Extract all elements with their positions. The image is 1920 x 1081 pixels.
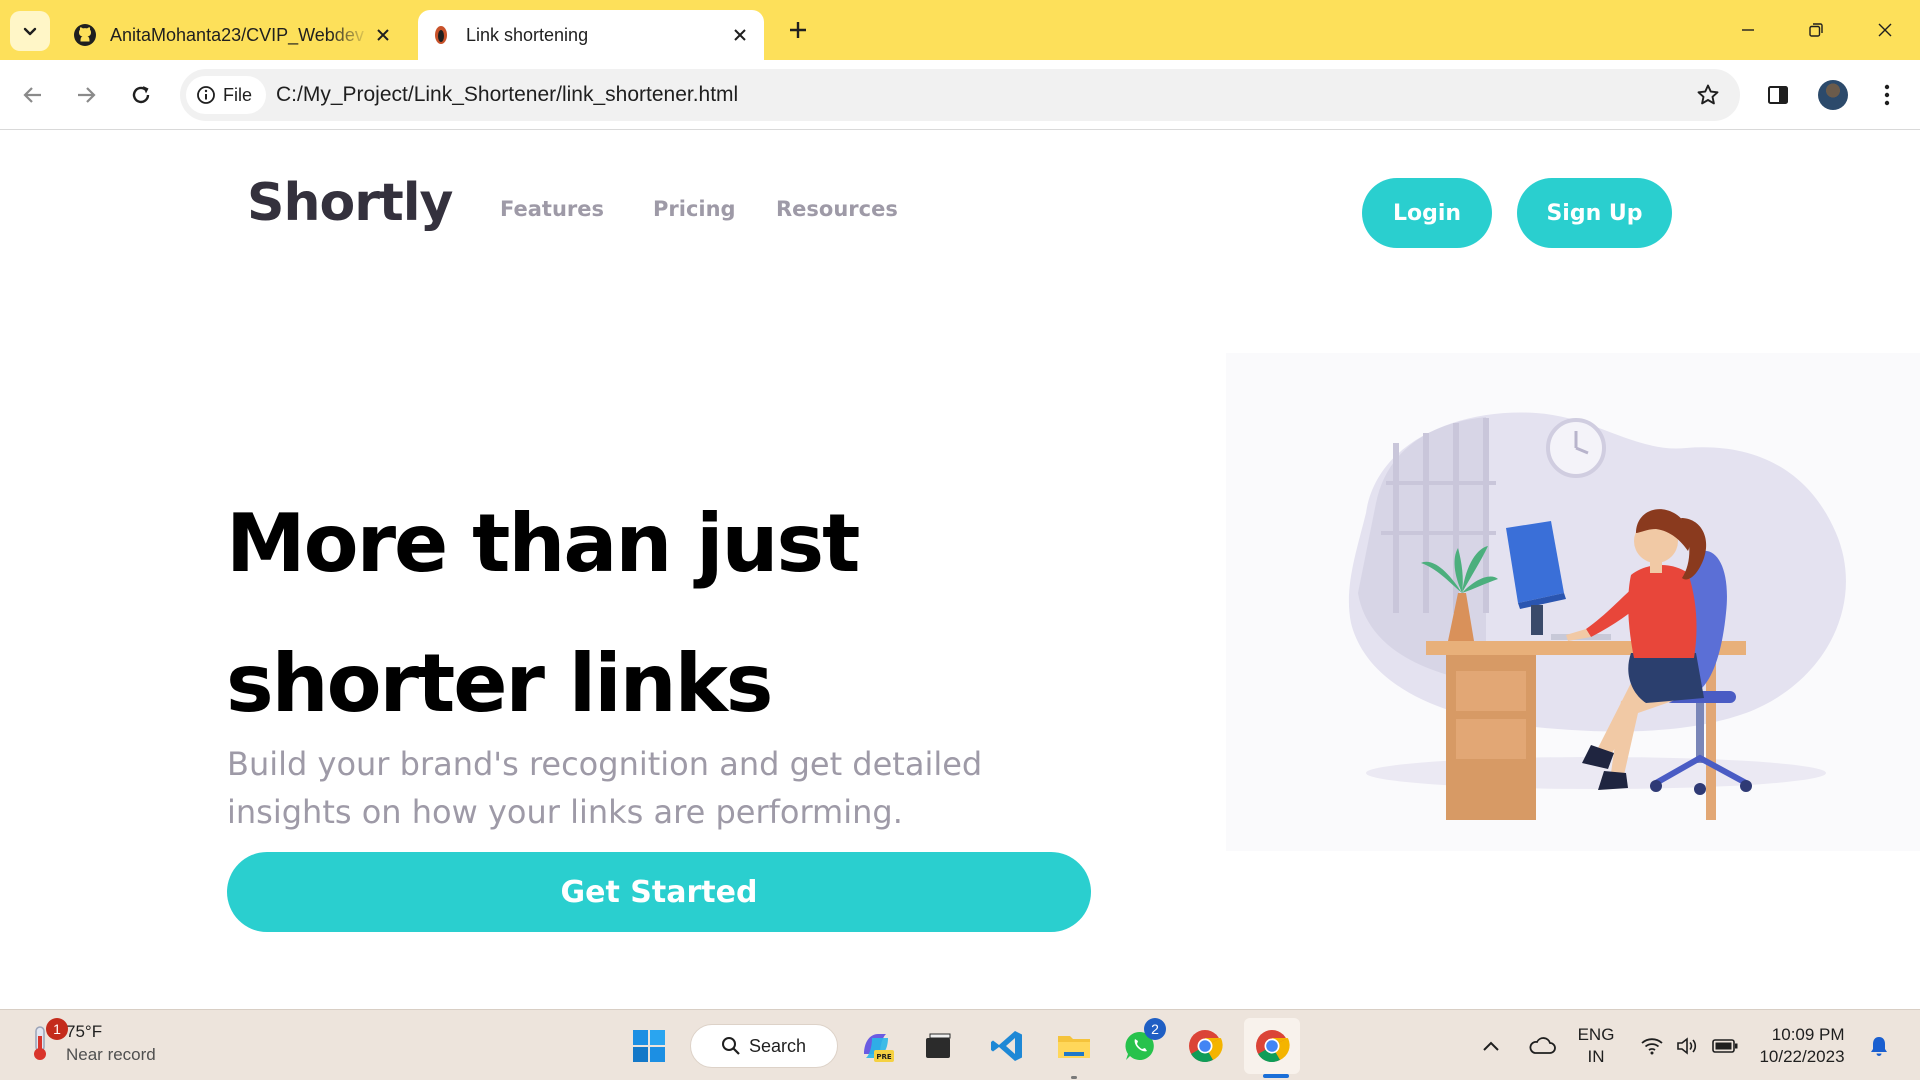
language-line-1: ENG [1577,1024,1615,1044]
nav-link-features[interactable]: Features [500,197,604,221]
signup-button[interactable]: Sign Up [1517,178,1672,248]
taskbar-file-explorer[interactable] [1050,1022,1098,1070]
side-panel-icon [1768,86,1788,104]
bell-icon [1871,1036,1887,1056]
browser-menu-button[interactable] [1866,74,1908,116]
reload-button[interactable] [120,74,162,116]
folder-icon [1058,1036,1090,1058]
volume-status[interactable] [1672,1010,1704,1081]
tab-title: AnitaMohanta23/CVIP_Webdev [110,24,364,45]
url-text[interactable]: C:/My_Project/Link_Shortener/link_shorte… [276,69,738,121]
chrome-icon [1189,1030,1223,1063]
taskbar-search[interactable]: Search [690,1024,838,1068]
clock-time: 10:09 PM [1771,1024,1845,1044]
windows-taskbar: 1 75°F Near record Search PRE 2 ENG IN 1… [0,1009,1920,1080]
clock[interactable]: 10:09 PM 10/22/2023 [1748,1010,1856,1081]
svg-text:PRE: PRE [876,1053,892,1061]
taskbar-vscode[interactable] [983,1022,1031,1070]
search-label: Search [749,1035,807,1056]
active-indicator [1263,1074,1289,1078]
weather-badge: 1 [46,1018,68,1040]
close-icon[interactable] [369,21,397,49]
avatar [1818,80,1848,110]
github-icon [72,22,98,48]
chevron-down-icon [23,27,37,36]
browser-toolbar: File C:/My_Project/Link_Shortener/link_s… [0,60,1920,130]
reload-icon [132,86,150,104]
chrome-icon [1256,1030,1290,1063]
browser-titlebar: AnitaMohanta23/CVIP_Webdev Link shorteni… [0,0,1920,60]
tab-title: Link shortening [466,24,589,45]
app-window-icon [926,1033,951,1058]
back-button[interactable] [12,74,54,116]
more-vertical-icon [1884,84,1890,106]
search-icon [722,1037,740,1055]
site-logo[interactable]: Shortly [247,173,453,233]
arrow-right-icon [78,87,96,103]
page-favicon [428,22,454,48]
weather-temp: 75°F [66,1022,103,1041]
hero-title: More than just shorter links [226,474,1126,754]
hero-illustration [1226,353,1920,851]
taskbar-chrome[interactable] [1181,1022,1229,1070]
battery-status[interactable] [1708,1010,1742,1081]
hero-title-line-1: More than just [226,497,860,590]
site-info-chip[interactable]: File [186,76,267,114]
close-icon [1878,23,1892,37]
language-indicator[interactable]: ENG IN [1572,1010,1620,1081]
bookmark-star-icon[interactable] [1694,81,1722,109]
cloud-icon [1529,1036,1556,1054]
copilot-icon: PRE [864,1034,894,1062]
chevron-up-icon [1483,1041,1499,1051]
restore-button[interactable] [1793,8,1839,52]
hero-subtitle: Build your brand's recognition and get d… [227,745,983,831]
web-page: Shortly Features Pricing Resources Login… [0,131,1920,1009]
site-info-label: File [223,84,253,105]
windows-start-icon [633,1030,665,1062]
new-tab-button[interactable] [780,12,816,48]
hero-title-line-2: shorter links [226,637,773,730]
get-started-button[interactable]: Get Started [227,852,1091,932]
plus-icon [790,22,806,38]
tab-github[interactable]: AnitaMohanta23/CVIP_Webdev [62,10,407,60]
weather-text: 75°F Near record [66,1020,156,1066]
weather-widget[interactable]: 1 75°F Near record [28,1018,156,1066]
battery-icon [1712,1038,1738,1053]
vscode-icon [991,1031,1022,1061]
whatsapp-badge: 2 [1144,1018,1166,1040]
address-bar[interactable]: File C:/My_Project/Link_Shortener/link_s… [180,69,1740,121]
language-line-2: IN [1587,1046,1605,1066]
wifi-icon [1641,1037,1663,1054]
forward-button[interactable] [65,74,107,116]
taskbar-app[interactable] [914,1022,962,1070]
weather-desc: Near record [66,1045,156,1064]
close-window-button[interactable] [1862,8,1908,52]
info-icon [197,86,215,104]
taskbar-whatsapp[interactable]: 2 [1116,1018,1166,1070]
speaker-icon [1677,1036,1697,1055]
nav-link-pricing[interactable]: Pricing [653,197,736,221]
taskbar-chrome-active[interactable] [1248,1022,1296,1070]
tab-link-shortening[interactable]: Link shortening [418,10,764,60]
woman-working-illustration [1348,412,1846,820]
show-hidden-icons-button[interactable] [1476,1010,1506,1081]
close-icon[interactable] [726,21,754,49]
start-button[interactable] [625,1022,673,1070]
minimize-icon [1742,29,1754,31]
side-panel-button[interactable] [1757,74,1799,116]
running-indicator [1071,1076,1077,1079]
minimize-button[interactable] [1725,8,1771,52]
login-button[interactable]: Login [1362,178,1492,248]
profile-button[interactable] [1812,74,1854,116]
notifications-button[interactable] [1864,1010,1894,1081]
arrow-left-icon [23,87,41,103]
taskbar-copilot[interactable]: PRE [852,1022,900,1070]
wifi-status[interactable] [1636,1010,1668,1081]
nav-link-resources[interactable]: Resources [776,197,898,221]
clock-date: 10/22/2023 [1759,1046,1845,1066]
tab-search-button[interactable] [10,11,50,51]
restore-icon [1809,23,1823,37]
onedrive-button[interactable] [1522,1010,1562,1081]
